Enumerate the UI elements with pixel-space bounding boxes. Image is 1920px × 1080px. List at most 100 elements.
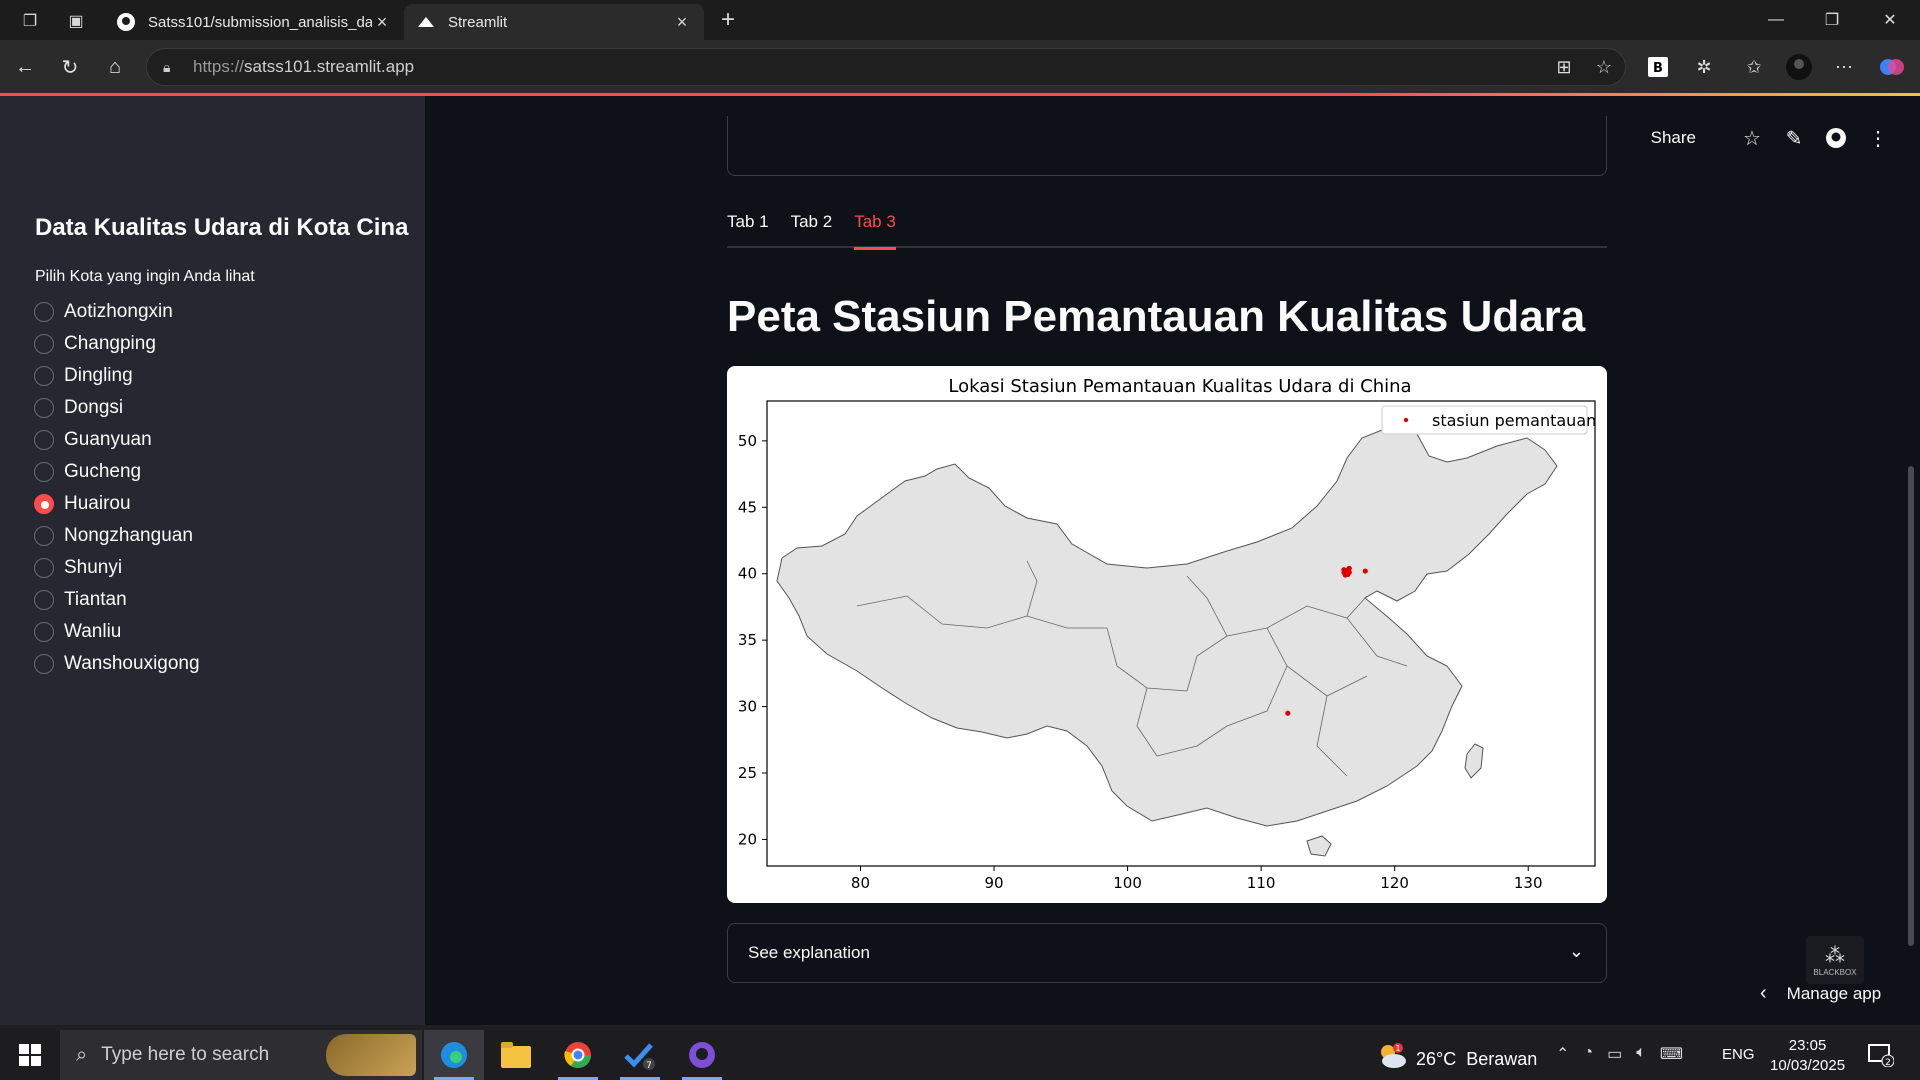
star-icon[interactable]: ☆: [1740, 126, 1764, 150]
github-desktop-icon[interactable]: [672, 1030, 732, 1080]
y-tick-label: 40: [738, 565, 757, 583]
radio-button[interactable]: [34, 622, 54, 642]
radio-option[interactable]: Nongzhanguan: [34, 520, 200, 552]
streamlit-icon: [416, 12, 436, 32]
radio-option[interactable]: Guanyuan: [34, 424, 200, 456]
legend-label: stasiun pemantauan: [1432, 411, 1596, 430]
radio-button[interactable]: [34, 526, 54, 546]
radio-button[interactable]: [34, 494, 54, 514]
notification-center-icon[interactable]: 2: [1866, 1040, 1896, 1070]
tab-3[interactable]: Tab 3: [854, 212, 896, 250]
app-available-icon[interactable]: ⊞: [1550, 53, 1578, 81]
file-explorer-icon[interactable]: [486, 1030, 546, 1080]
favorites-icon[interactable]: ✩: [1740, 53, 1768, 81]
volume-icon[interactable]: 🔈︎: [1636, 1044, 1646, 1064]
github-icon[interactable]: [1824, 126, 1848, 150]
y-tick-label: 25: [738, 764, 757, 782]
y-tick-label: 50: [738, 432, 757, 450]
radio-button[interactable]: [34, 558, 54, 578]
browser-tab-streamlit[interactable]: Streamlit ×: [404, 4, 704, 40]
battery-icon[interactable]: ▭: [1607, 1044, 1622, 1064]
radio-button[interactable]: [34, 302, 54, 322]
manage-app-label: Manage app: [1786, 983, 1882, 1003]
close-icon[interactable]: ×: [372, 12, 392, 33]
language-indicator[interactable]: ENG: [1722, 1046, 1755, 1063]
extensions-icon[interactable]: ✲: [1690, 53, 1718, 81]
radio-button[interactable]: [34, 430, 54, 450]
chart-title: Lokasi Stasiun Pemantauan Kualitas Udara…: [948, 376, 1411, 397]
edge-browser-icon[interactable]: [424, 1030, 484, 1080]
tab-2[interactable]: Tab 2: [791, 212, 833, 248]
weather-widget[interactable]: 1 26°C Berawan: [1376, 1042, 1537, 1077]
profile-avatar[interactable]: [1785, 53, 1813, 81]
home-icon[interactable]: ⌂: [100, 52, 130, 82]
cloudy-weather-icon: 1: [1376, 1042, 1408, 1077]
screen: ❐ ▣ Satss101/submission_analisis_data × …: [0, 0, 1920, 1080]
chrome-icon[interactable]: [548, 1030, 608, 1080]
radio-button[interactable]: [34, 334, 54, 354]
radio-button[interactable]: [34, 462, 54, 482]
y-tick-label: 45: [738, 498, 757, 516]
radio-button[interactable]: [34, 590, 54, 610]
x-tick-label: 130: [1514, 874, 1543, 892]
radio-group-label: Pilih Kota yang ingin Anda lihat: [35, 268, 255, 285]
favorite-star-icon[interactable]: ☆: [1590, 53, 1618, 81]
windows-start-icon[interactable]: [10, 1040, 50, 1070]
city-radio-group: Aotizhongxin Changping Dingling Dongsi Guany…: [34, 296, 200, 680]
restore-icon[interactable]: ❐: [1812, 8, 1852, 32]
scrollbar[interactable]: [1908, 466, 1914, 946]
tab-1[interactable]: Tab 1: [727, 212, 769, 248]
radio-option[interactable]: Shunyi: [34, 552, 200, 584]
todo-app-icon[interactable]: 7: [610, 1030, 670, 1080]
share-button[interactable]: Share: [1651, 128, 1696, 148]
legend-marker: [1403, 417, 1409, 423]
window-close-icon[interactable]: ✕: [1870, 8, 1910, 32]
radio-option-label: Tiantan: [64, 589, 127, 610]
workspaces-icon[interactable]: ❐: [16, 8, 44, 34]
radio-option[interactable]: Dongsi: [34, 392, 200, 424]
radio-option-label: Huairou: [64, 493, 131, 514]
new-tab-icon[interactable]: +: [714, 6, 742, 34]
radio-button[interactable]: [34, 366, 54, 386]
clock[interactable]: 23:05 10/03/2025: [1770, 1036, 1845, 1076]
minimize-icon[interactable]: —: [1756, 8, 1796, 32]
radio-option[interactable]: Wanliu: [34, 616, 200, 648]
radio-option[interactable]: Huairou: [34, 488, 200, 520]
radio-option[interactable]: Dingling: [34, 360, 200, 392]
radio-button[interactable]: [34, 654, 54, 674]
streamlit-app: Data Kualitas Udara di Kota Cina Pilih K…: [0, 96, 1920, 1025]
copilot-icon[interactable]: [1878, 53, 1906, 81]
radio-option[interactable]: Wanshouxigong: [34, 648, 200, 680]
url-input[interactable]: 🔒︎ https://satss101.streamlit.app: [146, 48, 1626, 86]
wifi-icon[interactable]: ◔: [1583, 1044, 1593, 1064]
radio-button[interactable]: [34, 398, 54, 418]
taskbar-search-input[interactable]: ⌕ Type here to search: [60, 1030, 422, 1080]
radio-option[interactable]: Tiantan: [34, 584, 200, 616]
extension-b-icon[interactable]: B: [1644, 53, 1672, 81]
radio-option-label: Guanyuan: [64, 429, 152, 450]
more-options-icon[interactable]: ⋯: [1830, 53, 1858, 81]
radio-option[interactable]: Gucheng: [34, 456, 200, 488]
url-text: https://satss101.streamlit.app: [193, 57, 415, 76]
back-icon[interactable]: ←: [10, 52, 40, 82]
manage-app-button[interactable]: ‹ Manage app: [1760, 982, 1881, 1005]
refresh-icon[interactable]: ↻: [55, 52, 85, 82]
explanation-expander[interactable]: See explanation ⌄: [727, 923, 1607, 983]
radio-option[interactable]: Changping: [34, 328, 200, 360]
chevron-up-icon[interactable]: ⌃: [1556, 1044, 1569, 1064]
browser-tab-github[interactable]: Satss101/submission_analisis_data ×: [104, 4, 404, 40]
edit-pencil-icon[interactable]: ✎: [1782, 126, 1806, 150]
chevron-down-icon: ⌄: [1568, 941, 1584, 961]
main-menu-icon[interactable]: ⋮: [1866, 126, 1890, 150]
close-icon[interactable]: ×: [672, 12, 692, 33]
content-tabs: Tab 1 Tab 2 Tab 3: [727, 212, 1607, 250]
vertical-tabs-icon[interactable]: ▣: [62, 8, 90, 34]
x-tick-label: 100: [1113, 874, 1142, 892]
keyboard-icon[interactable]: ⌨: [1660, 1044, 1683, 1064]
blackbox-logo-icon: ⁂: [1825, 945, 1845, 967]
radio-option[interactable]: Aotizhongxin: [34, 296, 200, 328]
browser-tab-title: Streamlit: [448, 13, 508, 31]
blackbox-extension-badge[interactable]: ⁂ BLACKBOX: [1806, 936, 1864, 984]
windows-taskbar: ⌕ Type here to search 7 1 26°C Berawan ⌃: [0, 1030, 1920, 1080]
github-icon: [116, 12, 136, 32]
